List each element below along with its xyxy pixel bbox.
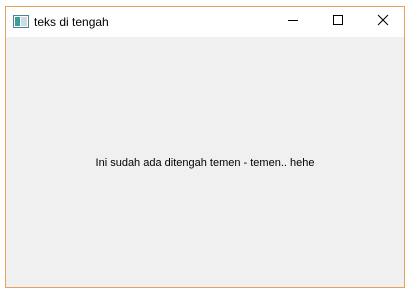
title-bar[interactable]: teks di tengah bbox=[6, 7, 404, 37]
window-title: teks di tengah bbox=[34, 15, 109, 29]
client-area: Ini sudah ada ditengah temen - temen.. h… bbox=[6, 37, 404, 287]
app-window: teks di tengah Ini sudah ada ditengah te… bbox=[5, 6, 405, 288]
maximize-button[interactable] bbox=[315, 7, 360, 37]
minimize-button[interactable] bbox=[270, 7, 315, 37]
minimize-icon bbox=[287, 13, 299, 31]
close-icon bbox=[377, 13, 389, 31]
window-app-icon[interactable] bbox=[13, 15, 29, 28]
maximize-icon bbox=[332, 13, 344, 31]
centered-label: Ini sudah ada ditengah temen - temen.. h… bbox=[95, 157, 315, 169]
close-button[interactable] bbox=[360, 7, 405, 37]
